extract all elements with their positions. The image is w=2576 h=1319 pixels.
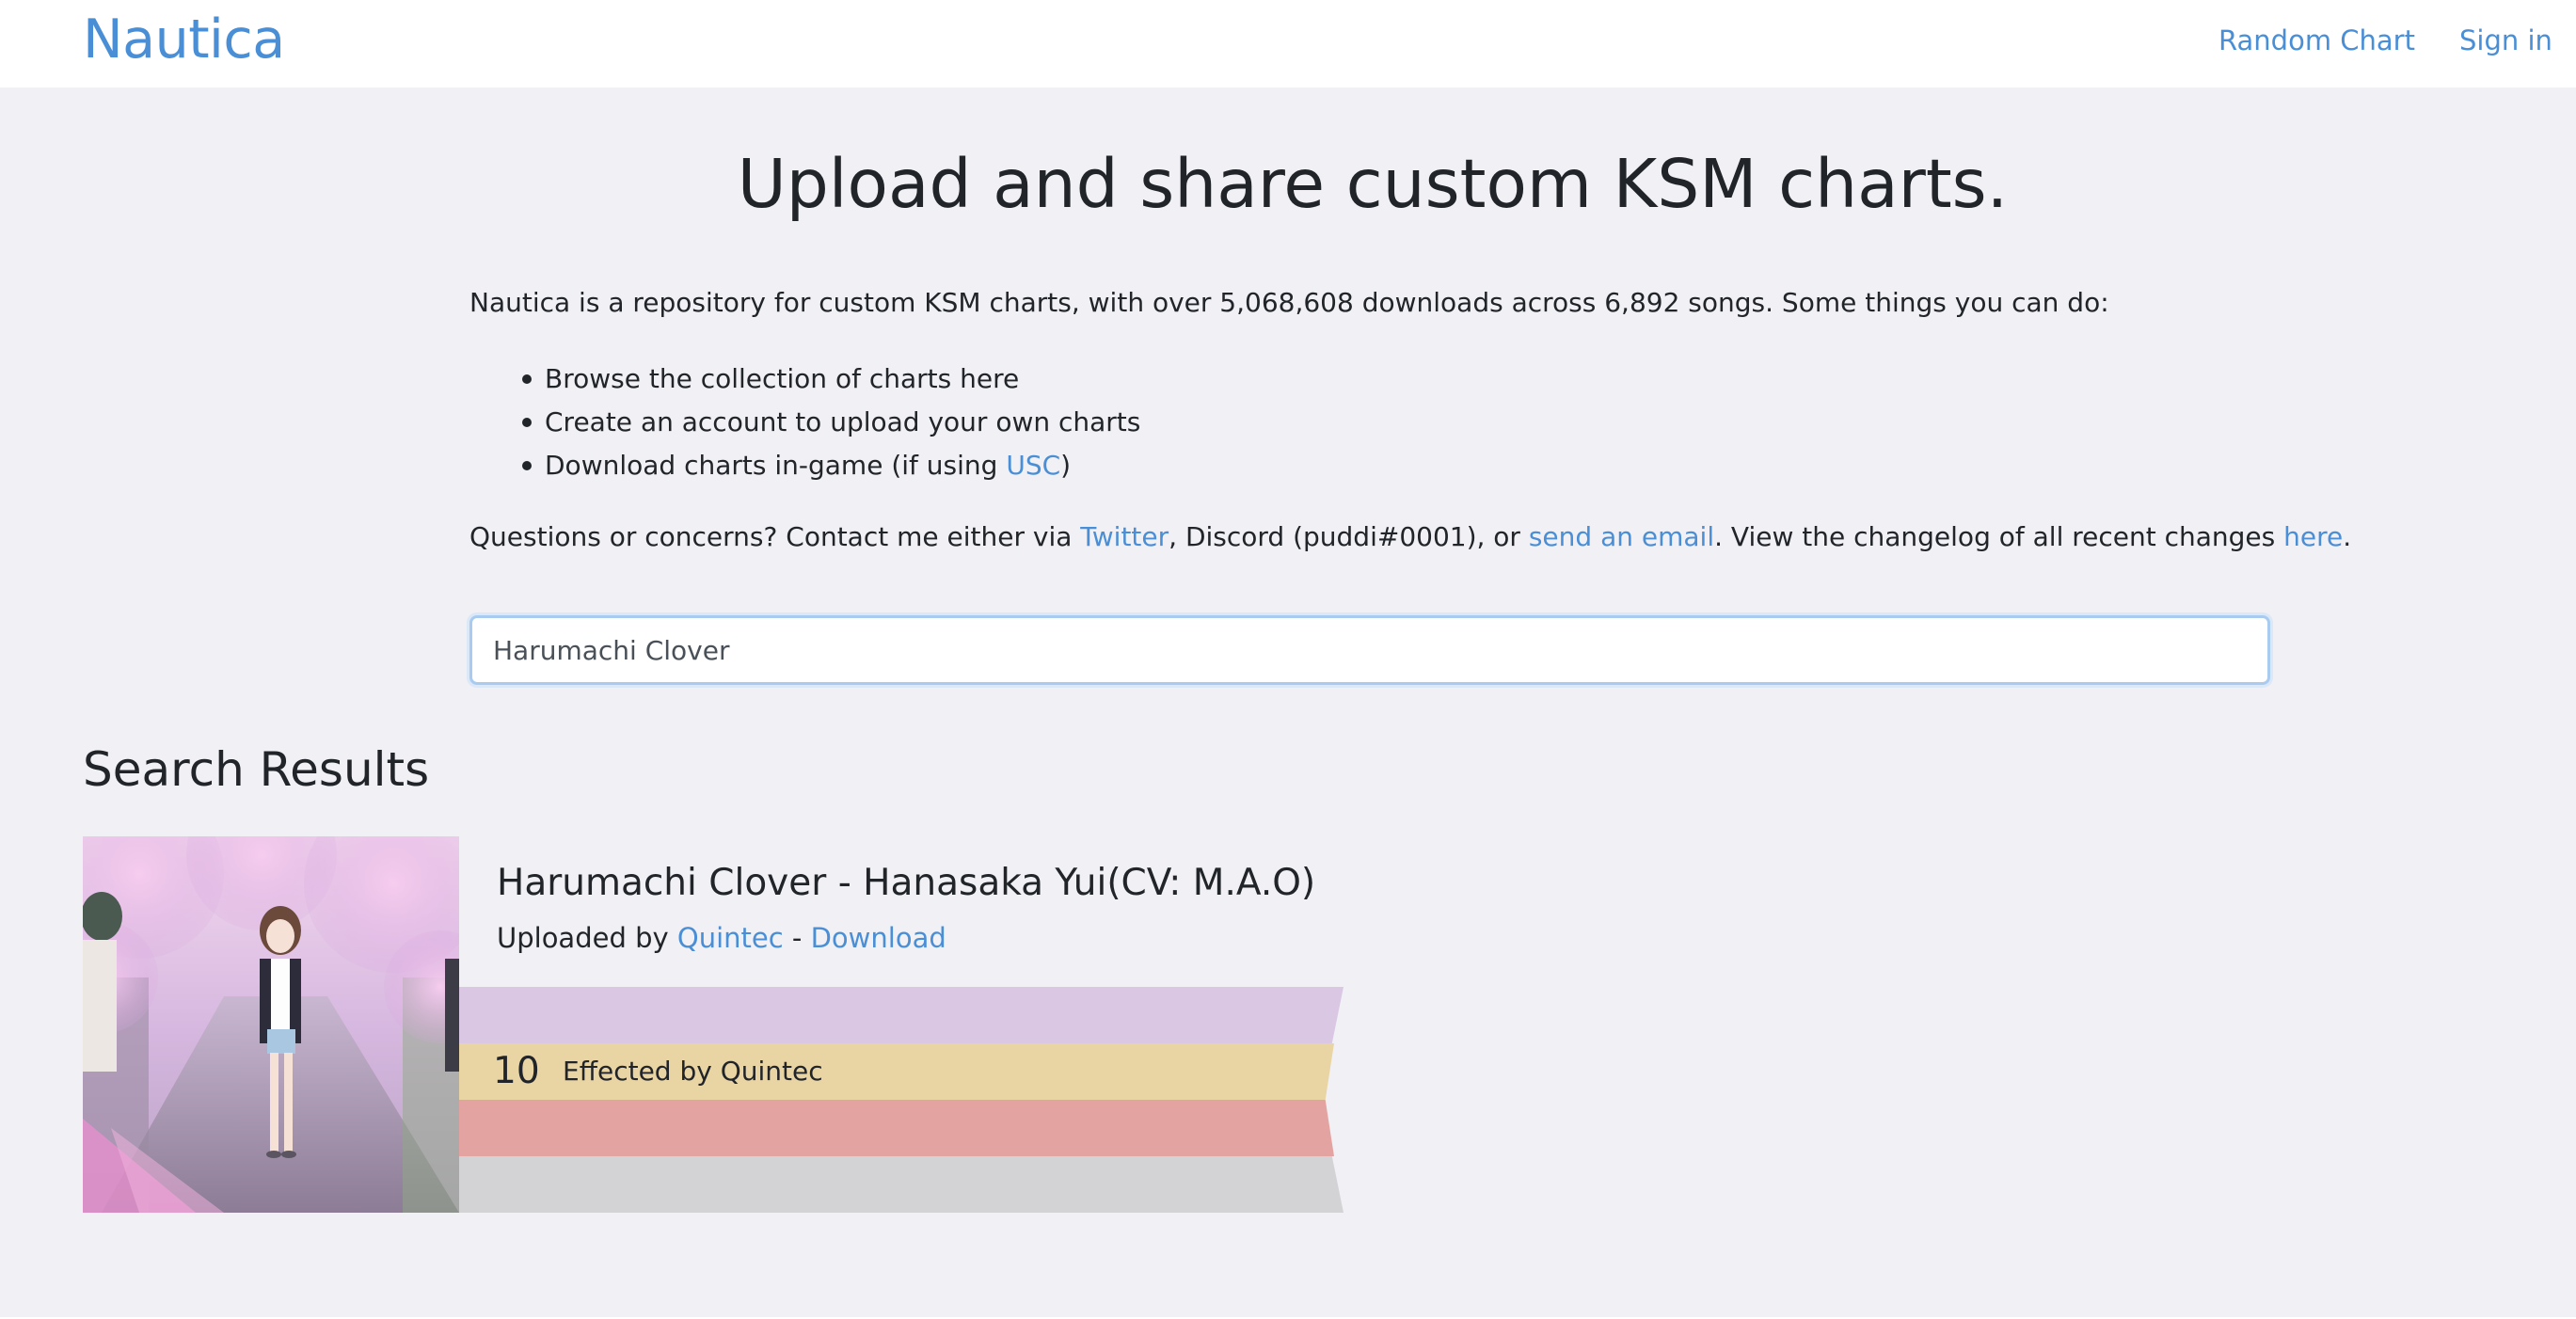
bullet-browse: Browse the collection of charts here bbox=[545, 363, 1020, 394]
result-card: Harumachi Clover - Hanasaka Yui(CV: M.A.… bbox=[83, 836, 1344, 1213]
download-link[interactable]: Download bbox=[811, 922, 946, 954]
brand-logo[interactable]: Nautica bbox=[83, 6, 285, 73]
contact-end: . bbox=[2343, 521, 2352, 552]
results-heading: Search Results bbox=[83, 742, 430, 797]
jacket-illustration bbox=[83, 836, 459, 1213]
bullet-download: Download charts in-game (if using bbox=[545, 450, 1007, 481]
difficulty-band-novice[interactable] bbox=[459, 987, 1344, 1043]
contact-prefix: Questions or concerns? Contact me either… bbox=[469, 521, 1081, 552]
search-box bbox=[469, 615, 2270, 685]
twitter-link[interactable]: Twitter bbox=[1080, 521, 1169, 552]
list-item: Create an account to upload your own cha… bbox=[521, 401, 1141, 444]
contact-text: Questions or concerns? Contact me either… bbox=[469, 518, 2351, 556]
song-title[interactable]: Harumachi Clover - Hanasaka Yui(CV: M.A.… bbox=[497, 859, 1315, 908]
intro-text: Nautica is a repository for custom KSM c… bbox=[469, 287, 2109, 318]
uploader-link[interactable]: Quintec bbox=[677, 922, 784, 954]
bullet-account: Create an account to upload your own cha… bbox=[545, 406, 1141, 437]
separator: - bbox=[783, 922, 811, 954]
uploaded-by-label: Uploaded by bbox=[497, 922, 677, 954]
difficulty-effector: Effected by Quintec bbox=[563, 1056, 823, 1087]
close-paren: ) bbox=[1060, 450, 1072, 481]
nav-random-chart[interactable]: Random Chart bbox=[2218, 21, 2415, 60]
nav-sign-in[interactable]: Sign in bbox=[2459, 21, 2552, 60]
email-link[interactable]: send an email bbox=[1529, 521, 1714, 552]
difficulty-band-infinite[interactable] bbox=[459, 1156, 1344, 1213]
difficulty-band-advanced[interactable]: 10 Effected by Quintec bbox=[459, 1043, 1334, 1100]
feature-list: Browse the collection of charts here Cre… bbox=[469, 358, 1140, 487]
changelog-link[interactable]: here bbox=[2283, 521, 2343, 552]
usc-link[interactable]: USC bbox=[1006, 450, 1060, 481]
uploaded-line: Uploaded by Quintec - Download bbox=[497, 919, 946, 957]
nav-links: Random Chart Sign in S bbox=[2218, 21, 2576, 60]
list-item: Download charts in-game (if using USC) bbox=[521, 444, 1140, 487]
navbar: Nautica Random Chart Sign in S bbox=[0, 0, 2576, 87]
song-jacket-image[interactable] bbox=[83, 836, 459, 1213]
difficulty-band-exhaust[interactable] bbox=[459, 1100, 1334, 1156]
difficulty-level: 10 bbox=[493, 1050, 540, 1092]
difficulty-bands: 10 Effected by Quintec bbox=[459, 987, 1344, 1213]
search-input[interactable] bbox=[493, 618, 2243, 682]
list-item: Browse the collection of charts here bbox=[521, 358, 1140, 401]
page-title: Upload and share custom KSM charts. bbox=[737, 145, 2009, 223]
contact-middle: , Discord (puddi#0001), or bbox=[1169, 521, 1529, 552]
contact-suffix: . View the changelog of all recent chang… bbox=[1714, 521, 2284, 552]
